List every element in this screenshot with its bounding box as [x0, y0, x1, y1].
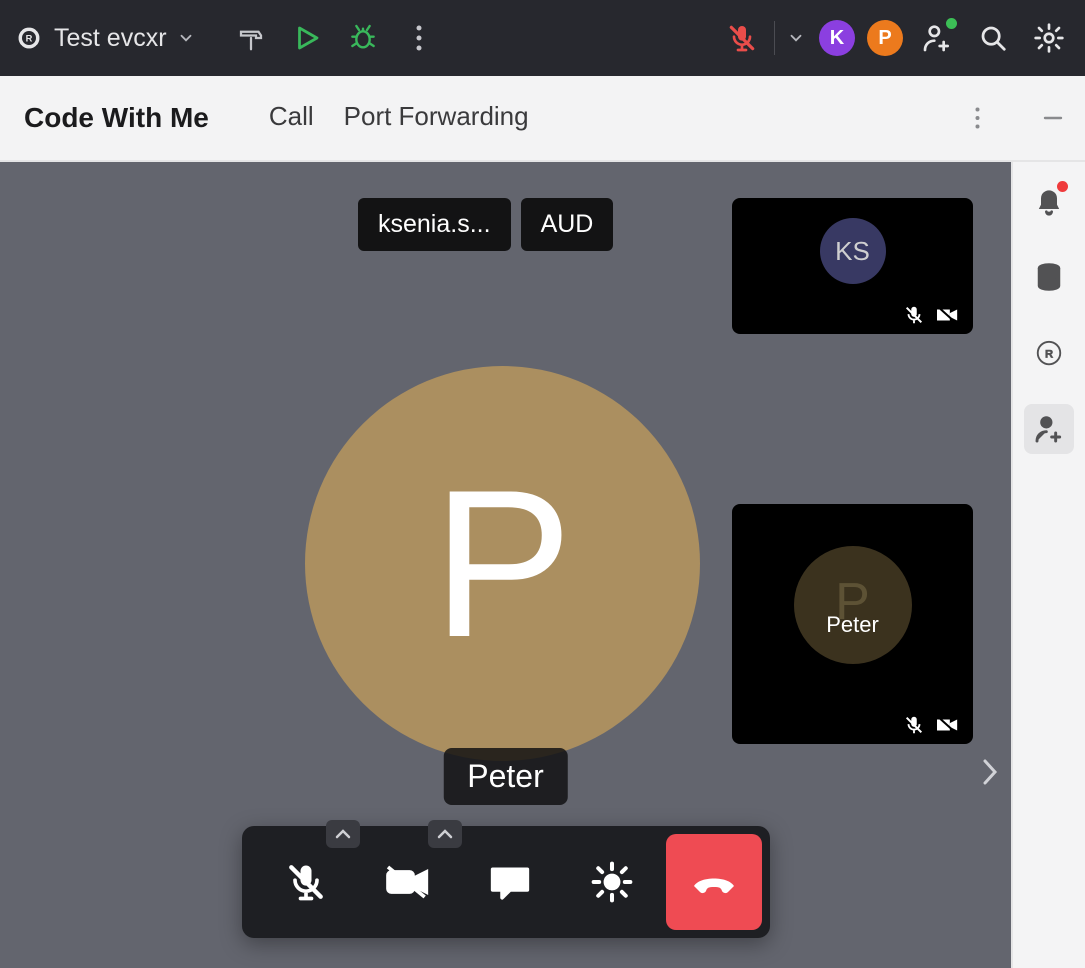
call-settings-button[interactable]: [564, 834, 660, 930]
search-icon: [978, 23, 1008, 53]
rust-tool-button[interactable]: R: [1024, 328, 1074, 378]
badge-speaker: ksenia.s...: [358, 198, 511, 251]
main-participant-avatar: P: [305, 366, 700, 761]
participant-thumbnail[interactable]: P Peter: [732, 504, 973, 744]
mic-muted-icon: [903, 304, 925, 326]
search-button[interactable]: [967, 12, 1019, 64]
badge-audio: AUD: [521, 198, 614, 251]
gear-icon: [590, 860, 634, 904]
kebab-icon: [416, 25, 422, 51]
mic-options-button[interactable]: [326, 820, 360, 848]
main-participant-name: Peter: [443, 748, 567, 805]
tab-port-forwarding[interactable]: Port Forwarding: [344, 101, 529, 136]
avatar-letter: P: [432, 459, 572, 669]
chevron-down-icon[interactable]: [177, 29, 195, 47]
thumbnail-avatar: KS: [820, 218, 886, 284]
info-badges: ksenia.s... AUD: [358, 198, 613, 251]
presence-dot: [946, 18, 957, 29]
participant-avatar-p[interactable]: P: [867, 20, 903, 56]
notifications-button[interactable]: [1024, 176, 1074, 226]
mic-muted-icon: [284, 860, 328, 904]
debug-button[interactable]: [337, 12, 389, 64]
hammer-icon: [236, 23, 266, 53]
mic-muted-icon: [726, 22, 758, 54]
call-control-bar: [242, 826, 770, 938]
thumbnail-label: Peter: [732, 612, 973, 638]
participant-avatar-k[interactable]: K: [819, 20, 855, 56]
build-button[interactable]: [225, 12, 277, 64]
call-dropdown-button[interactable]: [781, 12, 811, 64]
thumbnail-avatar: P: [794, 546, 912, 664]
minimize-button[interactable]: [1035, 100, 1071, 136]
gear-icon: [1033, 22, 1065, 54]
camera-options-button[interactable]: [428, 820, 462, 848]
right-tool-sidebar: R: [1011, 162, 1085, 968]
run-button[interactable]: [281, 12, 333, 64]
project-name[interactable]: Test evcxr: [54, 24, 167, 53]
play-icon: [292, 23, 322, 53]
call-view: ksenia.s... AUD P Peter KS: [0, 162, 1011, 968]
settings-button[interactable]: [1023, 12, 1075, 64]
tab-call[interactable]: Call: [269, 101, 314, 136]
camera-off-icon: [935, 714, 961, 736]
notification-dot: [1057, 181, 1068, 192]
tool-window-title: Code With Me: [24, 102, 209, 134]
more-actions-button[interactable]: [393, 12, 445, 64]
camera-off-icon: [383, 862, 433, 902]
svg-text:R: R: [26, 34, 33, 44]
add-user-button[interactable]: [911, 12, 963, 64]
ide-top-toolbar: R Test evcxr K: [0, 0, 1085, 76]
bug-icon: [347, 22, 379, 54]
chevron-down-icon: [787, 29, 805, 47]
mic-muted-icon: [903, 714, 925, 736]
expand-thumbnails-button[interactable]: [975, 752, 1005, 792]
chevron-up-icon: [335, 828, 351, 840]
chat-icon: [488, 862, 532, 902]
svg-text:R: R: [1045, 348, 1053, 360]
kebab-icon: [975, 107, 980, 129]
toggle-camera-button[interactable]: [360, 834, 456, 930]
minus-icon: [1042, 107, 1064, 129]
participant-thumbnail[interactable]: KS: [732, 198, 973, 334]
mic-status-button[interactable]: [716, 12, 768, 64]
database-icon: [1034, 262, 1064, 292]
hangup-button[interactable]: [666, 834, 762, 930]
rust-icon: R: [1034, 338, 1064, 368]
toggle-mic-button[interactable]: [258, 834, 354, 930]
toolbar-separator: [774, 21, 775, 55]
camera-off-icon: [935, 304, 961, 326]
chevron-right-icon: [980, 757, 1000, 787]
hangup-icon: [690, 868, 738, 896]
chat-button[interactable]: [462, 834, 558, 930]
code-with-me-button[interactable]: [1024, 404, 1074, 454]
tool-window-header: Code With Me Call Port Forwarding: [0, 76, 1085, 162]
rust-logo-icon: R: [14, 23, 44, 53]
chevron-up-icon: [437, 828, 453, 840]
tool-window-options-button[interactable]: [959, 100, 995, 136]
user-plus-icon: [1033, 413, 1065, 445]
database-button[interactable]: [1024, 252, 1074, 302]
